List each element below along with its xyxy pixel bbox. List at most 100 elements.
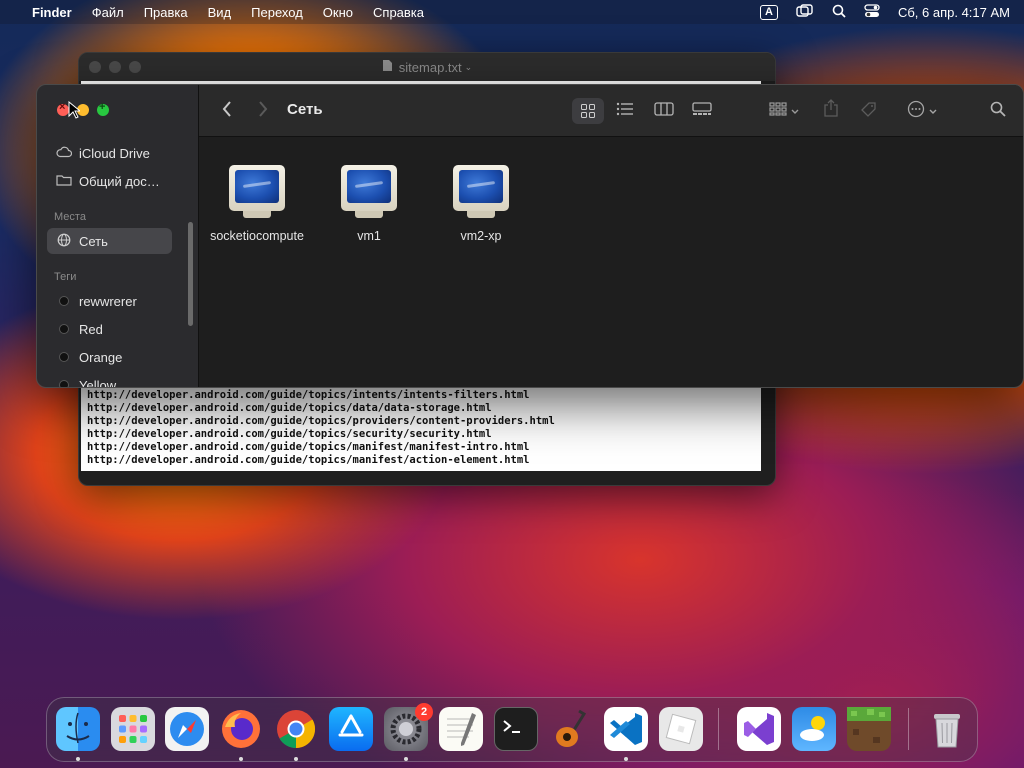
menu-help[interactable]: Справка: [373, 5, 424, 20]
dock-terminal-icon[interactable]: [494, 707, 538, 751]
group-grid-icon: [769, 101, 787, 121]
column-view-icon: [654, 101, 674, 121]
running-indicator: [239, 757, 243, 761]
action-menu-button[interactable]: [902, 98, 942, 124]
list-view-button[interactable]: [610, 98, 640, 124]
search-button[interactable]: [986, 98, 1010, 124]
menu-clock[interactable]: Сб, 6 апр. 4:17 AM: [898, 5, 1010, 20]
network-item-socketiocompute[interactable]: socketiocompute: [202, 165, 312, 243]
tag-button[interactable]: [857, 98, 881, 124]
share-icon: [823, 98, 839, 122]
tag-color-dot: [59, 352, 69, 362]
dock-finder-icon[interactable]: [56, 707, 100, 751]
sidebar-tag-label: Red: [79, 321, 103, 337]
screen-mirroring-icon[interactable]: [796, 3, 814, 21]
sidebar-tag-label: rewwrerer: [79, 293, 137, 309]
window-title: Сеть: [287, 101, 323, 118]
dock-roblox-icon[interactable]: [659, 707, 703, 751]
dock-launchpad-icon[interactable]: [111, 707, 155, 751]
column-view-button[interactable]: [649, 98, 679, 124]
menu-view[interactable]: Вид: [208, 5, 232, 20]
zoom-button[interactable]: [97, 101, 109, 116]
gallery-view-button[interactable]: [687, 98, 717, 124]
dock-weather-icon[interactable]: [792, 707, 836, 751]
sidebar-item-network[interactable]: Сеть: [47, 228, 172, 254]
editor-lines: http://developer.android.com/guide/topic…: [87, 389, 555, 467]
chevron-down-icon[interactable]: ⌄: [465, 62, 473, 73]
dock-app-store-icon[interactable]: [329, 707, 373, 751]
network-item-vm2-xp[interactable]: vm2-xp: [426, 165, 536, 243]
dock-minecraft-icon[interactable]: [847, 707, 891, 751]
finder-traffic-lights: [57, 101, 109, 116]
icon-view-button[interactable]: [572, 98, 604, 124]
sidebar-tag-label: Yellow: [79, 377, 117, 388]
sidebar-item-label: Общий дос…: [79, 173, 160, 189]
sidebar-item-label: Сеть: [79, 233, 108, 249]
sidebar-tag-yellow[interactable]: Yellow: [47, 372, 172, 388]
network-computer-icon: [453, 165, 509, 219]
back-button[interactable]: [217, 98, 237, 124]
menu-app-name[interactable]: Finder: [32, 5, 72, 20]
group-by-button[interactable]: [764, 98, 804, 124]
text-line: http://developer.android.com/guide/topic…: [87, 441, 530, 453]
finder-sidebar: iCloud Drive Общий дос… Места Сеть Теги …: [37, 85, 199, 387]
network-computer-icon: [341, 165, 397, 219]
editor-titlebar[interactable]: sitemap.txt ⌄: [79, 53, 775, 81]
editor-title: sitemap.txt: [398, 59, 462, 75]
list-view-icon: [616, 102, 634, 121]
running-indicator: [76, 757, 80, 761]
sidebar-item-shared[interactable]: Общий дос…: [47, 168, 172, 194]
text-line: http://developer.android.com/guide/topic…: [87, 402, 492, 414]
menu-window[interactable]: Окно: [323, 5, 353, 20]
text-line: http://developer.android.com/guide/topic…: [87, 415, 555, 427]
spotlight-search-icon[interactable]: [832, 4, 846, 21]
running-indicator: [624, 757, 628, 761]
dock-textedit-icon[interactable]: [439, 707, 483, 751]
network-item-vm1[interactable]: vm1: [314, 165, 424, 243]
editor-minimize-button[interactable]: [109, 61, 121, 73]
input-source-indicator[interactable]: A: [760, 4, 778, 20]
menu-go[interactable]: Переход: [251, 5, 303, 20]
dock-chrome-icon[interactable]: [274, 707, 318, 751]
document-icon: [382, 59, 393, 75]
dock-vscode-icon[interactable]: [604, 707, 648, 751]
running-indicator: [404, 757, 408, 761]
dock-safari-icon[interactable]: [165, 707, 209, 751]
editor-traffic-lights: [89, 61, 141, 73]
chevron-down-icon: [929, 102, 937, 120]
network-item-label: vm1: [357, 229, 381, 243]
dock-separator: [908, 708, 909, 750]
sidebar-tag-orange[interactable]: Orange: [47, 344, 172, 370]
running-indicator: [294, 757, 298, 761]
forward-button[interactable]: [253, 98, 273, 124]
editor-zoom-button[interactable]: [129, 61, 141, 73]
share-button[interactable]: [819, 97, 843, 123]
chevron-down-icon: [791, 102, 799, 120]
editor-close-button[interactable]: [89, 61, 101, 73]
network-computer-icon: [229, 165, 285, 219]
dock-firefox-icon[interactable]: [219, 707, 263, 751]
text-line: http://developer.android.com/guide/topic…: [87, 389, 530, 401]
search-icon: [990, 101, 1006, 122]
menu-file[interactable]: Файл: [92, 5, 124, 20]
dock-visual-studio-icon[interactable]: [737, 707, 781, 751]
menu-bar: Finder Файл Правка Вид Переход Окно Спра…: [0, 0, 1024, 24]
tag-color-dot: [59, 324, 69, 334]
dock-garageband-icon[interactable]: [549, 707, 593, 751]
finder-window[interactable]: iCloud Drive Общий дос… Места Сеть Теги …: [36, 84, 1024, 388]
sidebar-tag-red[interactable]: Red: [47, 316, 172, 342]
tag-color-dot: [59, 296, 69, 306]
sidebar-item-icloud-drive[interactable]: iCloud Drive: [47, 140, 172, 166]
finder-content: Сеть socketiocompute vm1 vm2-xp: [199, 85, 1023, 387]
mouse-cursor-icon: [68, 100, 82, 124]
chevron-left-icon: [222, 100, 232, 122]
menu-edit[interactable]: Правка: [144, 5, 188, 20]
dock: 2: [46, 697, 978, 762]
control-center-icon[interactable]: [864, 3, 880, 21]
dock-trash-icon[interactable]: [925, 707, 969, 751]
sidebar-tag-rewwrerer[interactable]: rewwrerer: [47, 288, 172, 314]
sidebar-scrollbar[interactable]: [188, 222, 193, 326]
text-line: http://developer.android.com/guide/topic…: [87, 454, 530, 466]
shared-folder-icon: [55, 174, 73, 189]
icon-view-grid-icon: [581, 104, 595, 118]
